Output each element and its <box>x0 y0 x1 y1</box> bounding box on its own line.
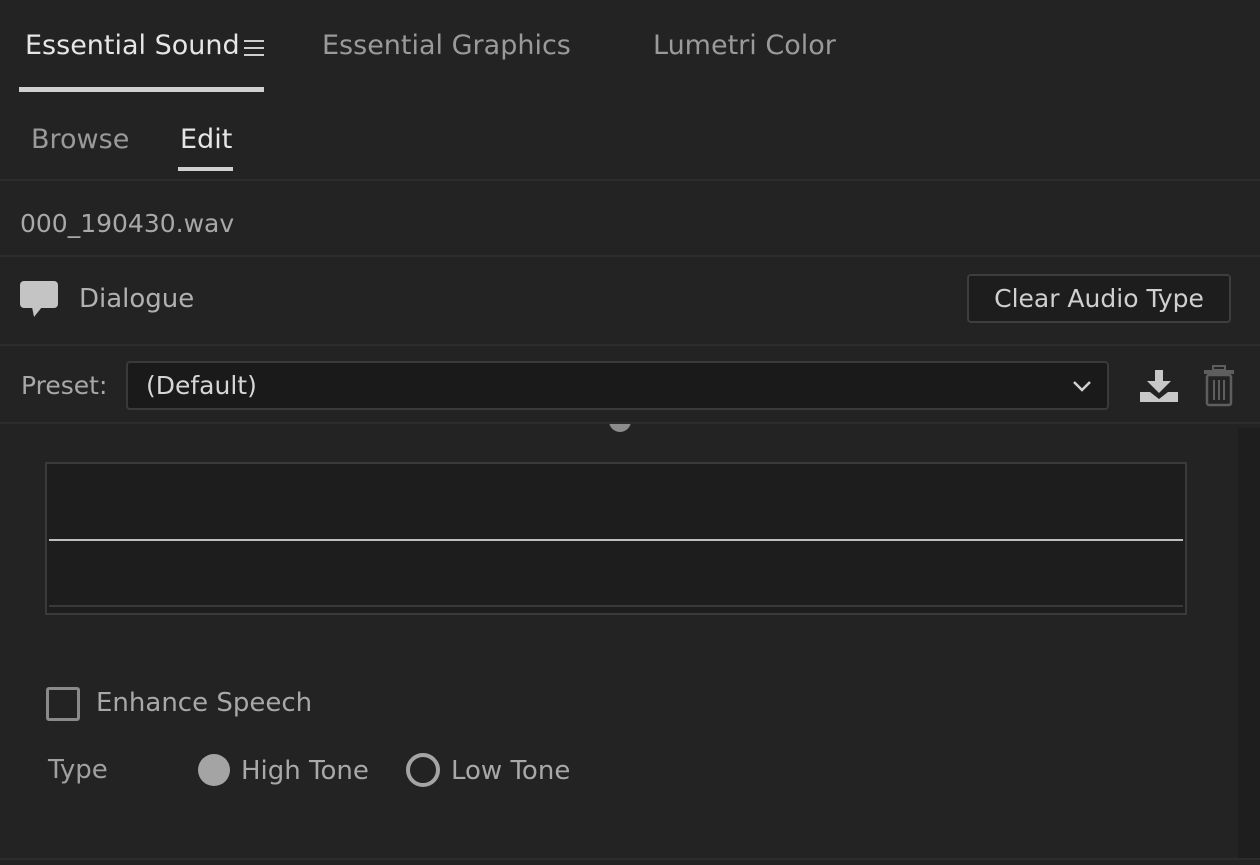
trash-icon[interactable] <box>1203 365 1235 407</box>
save-preset-icon[interactable] <box>1138 368 1180 404</box>
graph-baseline <box>49 605 1183 607</box>
divider <box>0 344 1260 346</box>
preset-value: (Default) <box>146 371 257 400</box>
tab-browse[interactable]: Browse <box>31 124 129 155</box>
enhance-speech-checkbox[interactable] <box>46 687 80 721</box>
active-tab-indicator <box>19 87 264 92</box>
clear-audio-type-button[interactable]: Clear Audio Type <box>967 274 1231 323</box>
high-tone-label[interactable]: High Tone <box>241 756 369 786</box>
tab-lumetri-color[interactable]: Lumetri Color <box>653 30 836 61</box>
enhance-speech-label: Enhance Speech <box>96 688 313 718</box>
scrollbar[interactable] <box>1238 428 1260 858</box>
preset-label: Preset: <box>21 371 108 400</box>
clip-name: 000_190430.wav <box>20 209 235 238</box>
tab-essential-sound[interactable]: Essential Sound <box>25 30 240 61</box>
eq-curve <box>49 539 1183 541</box>
divider <box>0 179 1260 181</box>
tab-edit[interactable]: Edit <box>180 124 232 155</box>
divider <box>0 858 1260 860</box>
low-tone-radio[interactable] <box>406 753 440 787</box>
speech-bubble-icon <box>20 281 58 317</box>
essential-sound-panel: Essential Sound Essential Graphics Lumet… <box>0 0 1260 865</box>
low-tone-label[interactable]: Low Tone <box>451 756 570 786</box>
audio-type-label: Dialogue <box>79 284 195 314</box>
divider <box>0 255 1260 257</box>
active-subtab-indicator <box>178 167 233 171</box>
tab-essential-graphics[interactable]: Essential Graphics <box>322 30 571 61</box>
slider-handle[interactable] <box>600 424 640 434</box>
type-label: Type <box>48 755 108 785</box>
preset-dropdown[interactable]: (Default) <box>126 361 1109 410</box>
eq-graph <box>45 462 1187 615</box>
panel-tab-bar: Essential Sound Essential Graphics Lumet… <box>0 0 1260 100</box>
chevron-down-icon <box>1073 381 1091 392</box>
panel-menu-icon[interactable] <box>244 40 266 58</box>
high-tone-radio[interactable] <box>198 754 230 786</box>
